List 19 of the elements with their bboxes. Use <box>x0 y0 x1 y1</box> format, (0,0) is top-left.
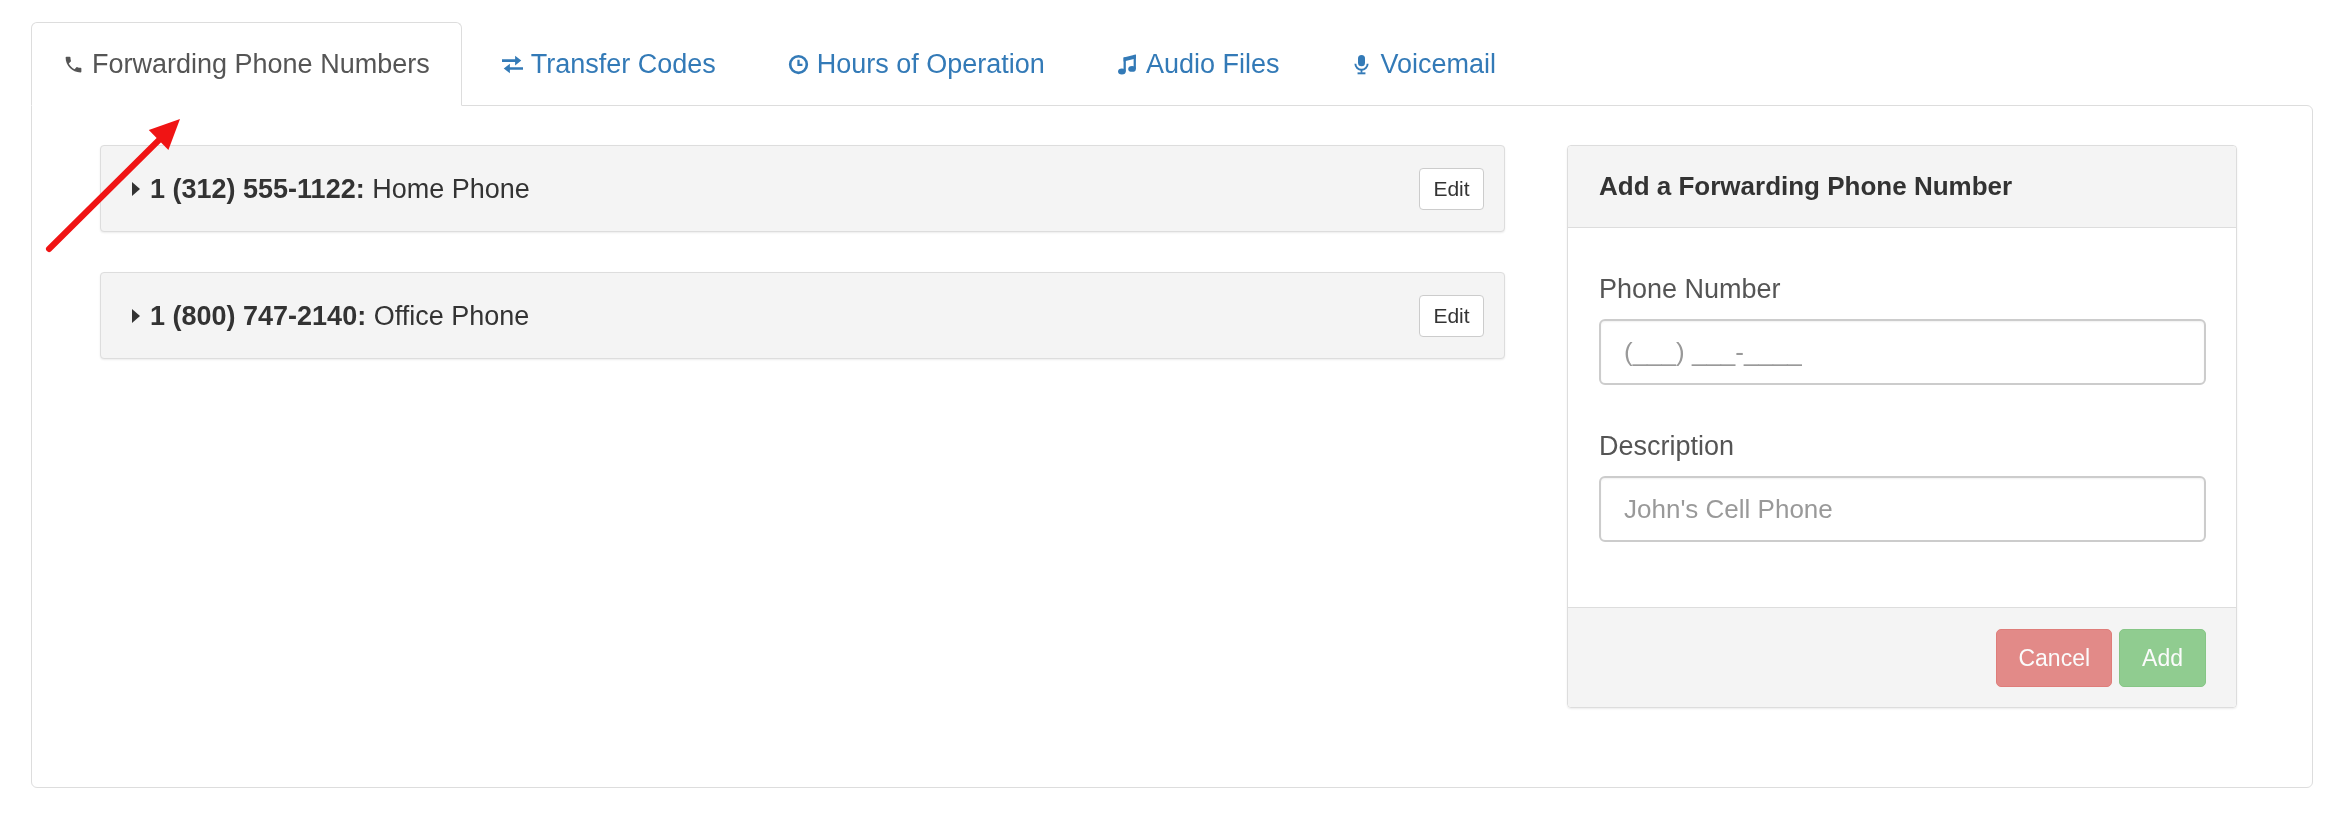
tab[interactable]: Forwarding Phone Numbers <box>31 22 462 106</box>
row-title: 1 (800) 747-2140: Office Phone <box>150 299 531 333</box>
caret-icon[interactable] <box>132 308 140 323</box>
edit-button[interactable]: Edit <box>1419 167 1484 210</box>
caret-icon[interactable] <box>132 181 140 196</box>
tab[interactable]: Audio Files <box>1084 22 1312 106</box>
tab[interactable]: Voicemail <box>1319 22 1528 106</box>
row-title: 1 (312) 555-1122: Home Phone <box>150 172 531 206</box>
tab[interactable]: Transfer Codes <box>469 22 748 106</box>
edit-button[interactable]: Edit <box>1419 294 1484 337</box>
field-label: Phone Number <box>1599 273 1781 306</box>
phone-number-field[interactable]: (___) ___-____ <box>1599 319 2206 385</box>
swap-arrows-icon <box>501 53 523 75</box>
music-note-icon <box>1116 53 1138 75</box>
field-label: Description <box>1599 430 1735 463</box>
panel-title: Add a Forwarding Phone Number <box>1599 171 2013 202</box>
description-field[interactable]: John's Cell Phone <box>1599 476 2206 542</box>
clock-icon <box>787 53 809 75</box>
tab[interactable]: Hours of Operation <box>755 22 1077 106</box>
